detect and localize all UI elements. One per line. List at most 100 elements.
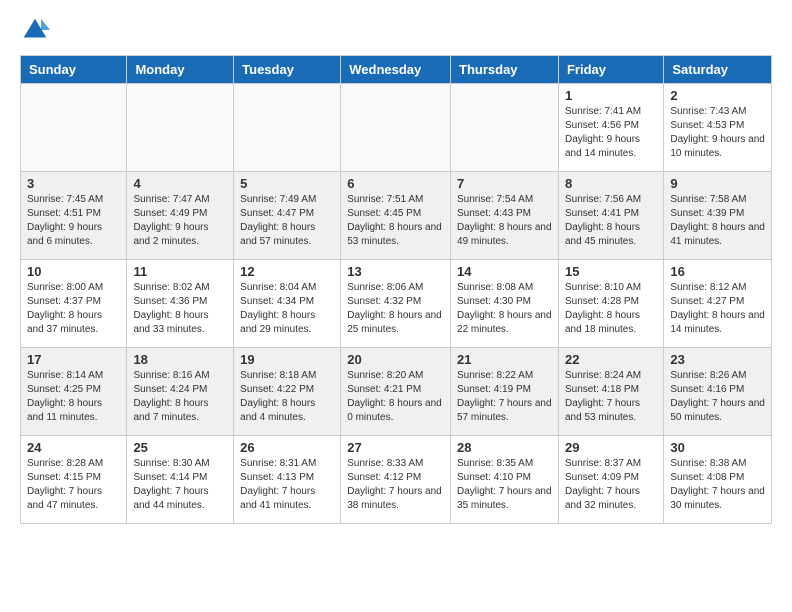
day-detail: Sunrise: 8:18 AM Sunset: 4:22 PM Dayligh…	[240, 369, 334, 425]
week-row: 24 Sunrise: 8:28 AM Sunset: 4:15 PM Dayli…	[21, 436, 772, 524]
day-detail: Sunrise: 8:33 AM Sunset: 4:12 PM Dayligh…	[347, 457, 444, 513]
day-detail: Sunrise: 8:37 AM Sunset: 4:09 PM Dayligh…	[565, 457, 657, 513]
day-detail: Sunrise: 8:38 AM Sunset: 4:08 PM Dayligh…	[670, 457, 765, 513]
day-number: 21	[457, 352, 552, 367]
weekday-header: Thursday	[451, 56, 559, 84]
day-detail: Sunrise: 7:51 AM Sunset: 4:45 PM Dayligh…	[347, 193, 444, 249]
week-row: 1Sunrise: 7:41 AM Sunset: 4:56 PM Daylig…	[21, 84, 772, 172]
calendar-cell: 10 Sunrise: 8:00 AM Sunset: 4:37 PM Dayli…	[21, 260, 127, 348]
day-detail: Sunrise: 8:14 AM Sunset: 4:25 PM Dayligh…	[27, 369, 120, 425]
day-detail: Sunrise: 8:00 AM Sunset: 4:37 PM Dayligh…	[27, 281, 120, 337]
weekday-header: Tuesday	[234, 56, 341, 84]
day-number: 6	[347, 176, 444, 191]
day-detail: Sunrise: 8:22 AM Sunset: 4:19 PM Dayligh…	[457, 369, 552, 425]
calendar-cell: 4Sunrise: 7:47 AM Sunset: 4:49 PM Daylig…	[127, 172, 234, 260]
day-detail: Sunrise: 8:24 AM Sunset: 4:18 PM Dayligh…	[565, 369, 657, 425]
calendar-table: SundayMondayTuesdayWednesdayThursdayFrid…	[20, 55, 772, 524]
day-number: 26	[240, 440, 334, 455]
calendar-cell	[21, 84, 127, 172]
weekday-header: Wednesday	[341, 56, 451, 84]
calendar-cell: 25 Sunrise: 8:30 AM Sunset: 4:14 PM Dayli…	[127, 436, 234, 524]
day-detail: Sunrise: 7:49 AM Sunset: 4:47 PM Dayligh…	[240, 193, 334, 249]
week-row: 10 Sunrise: 8:00 AM Sunset: 4:37 PM Dayli…	[21, 260, 772, 348]
day-number: 7	[457, 176, 552, 191]
header-row: SundayMondayTuesdayWednesdayThursdayFrid…	[21, 56, 772, 84]
calendar-cell: 26 Sunrise: 8:31 AM Sunset: 4:13 PM Dayli…	[234, 436, 341, 524]
day-number: 8	[565, 176, 657, 191]
day-number: 14	[457, 264, 552, 279]
day-number: 2	[670, 88, 765, 103]
calendar-cell: 28 Sunrise: 8:35 AM Sunset: 4:10 PM Dayli…	[451, 436, 559, 524]
day-detail: Sunrise: 7:56 AM Sunset: 4:41 PM Dayligh…	[565, 193, 657, 249]
weekday-header: Saturday	[664, 56, 772, 84]
day-detail: Sunrise: 8:35 AM Sunset: 4:10 PM Dayligh…	[457, 457, 552, 513]
day-detail: Sunrise: 7:54 AM Sunset: 4:43 PM Dayligh…	[457, 193, 552, 249]
day-detail: Sunrise: 8:04 AM Sunset: 4:34 PM Dayligh…	[240, 281, 334, 337]
day-detail: Sunrise: 8:30 AM Sunset: 4:14 PM Dayligh…	[133, 457, 227, 513]
page: SundayMondayTuesdayWednesdayThursdayFrid…	[0, 0, 792, 612]
day-detail: Sunrise: 8:20 AM Sunset: 4:21 PM Dayligh…	[347, 369, 444, 425]
day-number: 4	[133, 176, 227, 191]
day-number: 23	[670, 352, 765, 367]
day-detail: Sunrise: 7:58 AM Sunset: 4:39 PM Dayligh…	[670, 193, 765, 249]
calendar-cell: 1Sunrise: 7:41 AM Sunset: 4:56 PM Daylig…	[558, 84, 663, 172]
logo-icon	[20, 15, 50, 45]
day-number: 24	[27, 440, 120, 455]
calendar-cell	[341, 84, 451, 172]
day-number: 30	[670, 440, 765, 455]
day-number: 10	[27, 264, 120, 279]
calendar-cell: 2 Sunrise: 7:43 AM Sunset: 4:53 PM Daylig…	[664, 84, 772, 172]
header	[20, 15, 772, 45]
calendar-cell: 15Sunrise: 8:10 AM Sunset: 4:28 PM Dayli…	[558, 260, 663, 348]
day-number: 19	[240, 352, 334, 367]
day-number: 15	[565, 264, 657, 279]
calendar-cell: 12Sunrise: 8:04 AM Sunset: 4:34 PM Dayli…	[234, 260, 341, 348]
calendar-cell: 30 Sunrise: 8:38 AM Sunset: 4:08 PM Dayli…	[664, 436, 772, 524]
calendar-cell: 6 Sunrise: 7:51 AM Sunset: 4:45 PM Daylig…	[341, 172, 451, 260]
calendar-cell: 22 Sunrise: 8:24 AM Sunset: 4:18 PM Dayli…	[558, 348, 663, 436]
day-number: 1	[565, 88, 657, 103]
week-row: 3 Sunrise: 7:45 AM Sunset: 4:51 PM Daylig…	[21, 172, 772, 260]
day-number: 13	[347, 264, 444, 279]
day-detail: Sunrise: 8:16 AM Sunset: 4:24 PM Dayligh…	[133, 369, 227, 425]
calendar-cell: 20 Sunrise: 8:20 AM Sunset: 4:21 PM Dayli…	[341, 348, 451, 436]
weekday-header: Friday	[558, 56, 663, 84]
day-detail: Sunrise: 8:12 AM Sunset: 4:27 PM Dayligh…	[670, 281, 765, 337]
day-number: 27	[347, 440, 444, 455]
day-detail: Sunrise: 8:08 AM Sunset: 4:30 PM Dayligh…	[457, 281, 552, 337]
calendar-cell: 16 Sunrise: 8:12 AM Sunset: 4:27 PM Dayli…	[664, 260, 772, 348]
calendar-cell: 7 Sunrise: 7:54 AM Sunset: 4:43 PM Daylig…	[451, 172, 559, 260]
day-number: 22	[565, 352, 657, 367]
day-detail: Sunrise: 8:26 AM Sunset: 4:16 PM Dayligh…	[670, 369, 765, 425]
calendar-cell	[127, 84, 234, 172]
calendar-cell: 29 Sunrise: 8:37 AM Sunset: 4:09 PM Dayli…	[558, 436, 663, 524]
week-row: 17 Sunrise: 8:14 AM Sunset: 4:25 PM Dayli…	[21, 348, 772, 436]
day-detail: Sunrise: 7:43 AM Sunset: 4:53 PM Dayligh…	[670, 105, 765, 161]
calendar-cell: 19 Sunrise: 8:18 AM Sunset: 4:22 PM Dayli…	[234, 348, 341, 436]
day-number: 20	[347, 352, 444, 367]
day-number: 28	[457, 440, 552, 455]
day-number: 18	[133, 352, 227, 367]
calendar-cell	[451, 84, 559, 172]
day-number: 11	[133, 264, 227, 279]
day-detail: Sunrise: 8:06 AM Sunset: 4:32 PM Dayligh…	[347, 281, 444, 337]
day-number: 25	[133, 440, 227, 455]
weekday-header: Monday	[127, 56, 234, 84]
day-detail: Sunrise: 8:31 AM Sunset: 4:13 PM Dayligh…	[240, 457, 334, 513]
calendar-cell: 11 Sunrise: 8:02 AM Sunset: 4:36 PM Dayli…	[127, 260, 234, 348]
day-detail: Sunrise: 8:02 AM Sunset: 4:36 PM Dayligh…	[133, 281, 227, 337]
calendar-cell: 9Sunrise: 7:58 AM Sunset: 4:39 PM Daylig…	[664, 172, 772, 260]
day-number: 3	[27, 176, 120, 191]
day-number: 16	[670, 264, 765, 279]
calendar-cell	[234, 84, 341, 172]
day-detail: Sunrise: 7:45 AM Sunset: 4:51 PM Dayligh…	[27, 193, 120, 249]
calendar-cell: 21 Sunrise: 8:22 AM Sunset: 4:19 PM Dayli…	[451, 348, 559, 436]
calendar-cell: 3 Sunrise: 7:45 AM Sunset: 4:51 PM Daylig…	[21, 172, 127, 260]
day-number: 17	[27, 352, 120, 367]
day-detail: Sunrise: 8:28 AM Sunset: 4:15 PM Dayligh…	[27, 457, 120, 513]
calendar-cell: 13 Sunrise: 8:06 AM Sunset: 4:32 PM Dayli…	[341, 260, 451, 348]
calendar-cell: 5Sunrise: 7:49 AM Sunset: 4:47 PM Daylig…	[234, 172, 341, 260]
calendar-cell: 24 Sunrise: 8:28 AM Sunset: 4:15 PM Dayli…	[21, 436, 127, 524]
day-number: 29	[565, 440, 657, 455]
calendar-cell: 23 Sunrise: 8:26 AM Sunset: 4:16 PM Dayli…	[664, 348, 772, 436]
